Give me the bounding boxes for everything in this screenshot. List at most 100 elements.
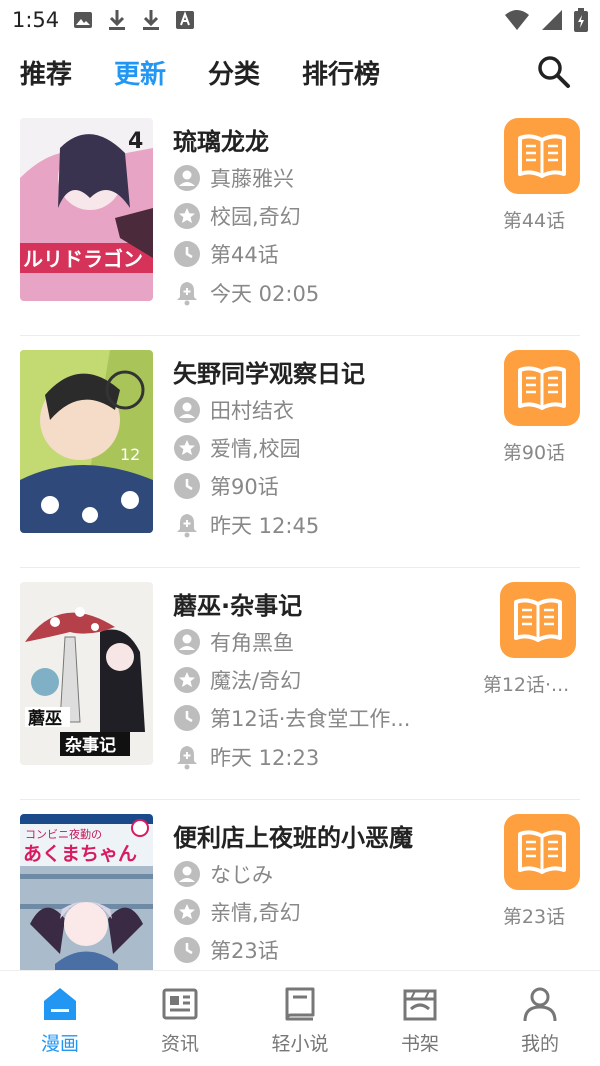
latest-chapter-label: 第90话 [502,442,566,464]
svg-text:4: 4 [128,129,143,154]
comic-updated-time: 昨天 12:23 [210,746,320,770]
comic-chapter: 第90话 [210,475,279,499]
author-icon [174,397,200,423]
notification-bell-icon [177,746,197,770]
battery-icon [574,8,588,32]
nav-item-bookshelf[interactable]: 书架 [360,971,480,1066]
comic-author: 真藤雅兴 [210,167,294,191]
comic-cover-image[interactable]: 12 [20,350,153,533]
image-notification-icon [74,12,93,28]
nav-item-comics[interactable]: 漫画 [0,971,120,1066]
comic-cover-image[interactable]: コンビニ夜勤の あくまちゃん [20,814,153,970]
comic-updated-row: 昨天 12:45 [173,510,319,540]
comic-title: 矢野同学观察日记 [173,360,365,388]
comic-tags-row: 爱情,校园 [173,433,301,463]
comic-updated-row: 今天 02:05 [173,278,319,308]
read-button[interactable] [504,814,580,890]
author-icon [174,165,200,191]
notification-bell-icon [177,514,197,538]
comic-cover-image[interactable]: ルリドラゴン 4 [20,118,153,301]
read-button[interactable] [504,350,580,426]
comic-updated-time: 昨天 12:45 [210,514,320,538]
nav-label: 我的 [520,1033,559,1055]
open-book-icon [518,830,566,874]
comic-tags: 校园,奇幻 [210,205,301,229]
comic-list-item[interactable]: ルリドラゴン 4 琉璃龙龙 真藤雅兴 校园,奇幻 第44话 今天 02:05 第… [0,104,600,336]
status-bar: 1:54 [0,0,600,40]
svg-text:ルリドラゴン: ルリドラゴン [23,247,143,271]
status-time: 1:54 [12,8,60,32]
comic-chapter-row: 第12话·去食堂工作... [173,703,410,733]
comic-chapter-row: 第90话 [173,471,279,501]
comic-chapter: 第23话 [210,939,279,963]
clock-icon [174,937,200,963]
comic-chapter: 第12话·去食堂工作... [210,707,411,731]
latest-chapter-label: 第23话 [502,906,566,928]
comic-author: 田村结衣 [210,399,294,423]
comic-list-item[interactable]: コンビニ夜勤の あくまちゃん 便利店上夜班的小恶魔 なじみ 亲情,奇幻 第23话 [0,800,600,970]
bottom-navigation: 漫画 资讯 轻小说 书架 我的 [0,970,600,1066]
comic-author-row: なじみ [173,859,273,889]
comic-author: 有角黑鱼 [210,631,294,655]
star-icon [174,899,200,925]
comic-author-row: 有角黑鱼 [173,627,294,657]
svg-text:コンビニ夜勤の: コンビニ夜勤の [25,827,102,841]
comic-chapter-row: 第44话 [173,239,279,269]
tab-categories[interactable]: 分类 [208,54,260,91]
star-icon [174,435,200,461]
shelf-icon [403,989,437,1021]
nav-item-light-novels[interactable]: 轻小说 [240,971,360,1066]
nav-label: 书架 [400,1033,439,1055]
wifi-icon [505,10,529,30]
news-icon [162,988,198,1020]
comic-cover-image[interactable]: 蘑巫 杂事记 [20,582,153,765]
open-book-icon [514,598,562,642]
clock-icon [174,241,200,267]
notification-bell-icon [177,282,197,306]
comic-title: 蘑巫·杂事记 [173,592,303,620]
read-button[interactable] [500,582,576,658]
svg-text:12: 12 [120,445,140,464]
svg-text:杂事记: 杂事记 [65,735,116,756]
read-button[interactable] [504,118,580,194]
comic-tags-row: 亲情,奇幻 [173,897,301,927]
tab-updates[interactable]: 更新 [114,54,166,91]
user-icon [523,987,557,1022]
comic-tags-row: 校园,奇幻 [173,201,301,231]
nav-item-news[interactable]: 资讯 [120,971,240,1066]
tab-rankings[interactable]: 排行榜 [302,54,380,91]
nav-label: 漫画 [40,1033,79,1055]
comic-update-list: ルリドラゴン 4 琉璃龙龙 真藤雅兴 校园,奇幻 第44话 今天 02:05 第… [0,104,600,970]
star-icon [174,203,200,229]
clock-icon [174,473,200,499]
tab-recommend[interactable]: 推荐 [20,54,72,91]
star-icon [174,667,200,693]
download-notification-icon [109,10,126,30]
latest-chapter-label: 第44话 [502,210,566,232]
signal-icon [542,10,562,30]
comic-chapter: 第44话 [210,243,279,267]
home-icon [44,988,76,1020]
nav-label: 资讯 [160,1033,199,1055]
comic-author-row: 田村结衣 [173,395,294,425]
svg-text:蘑巫: 蘑巫 [28,708,62,729]
search-icon[interactable] [536,54,572,90]
open-book-icon [518,366,566,410]
nav-label: 轻小说 [271,1033,329,1055]
open-book-icon [518,134,566,178]
comic-author: なじみ [210,863,273,887]
top-tab-bar: 推荐 更新 分类 排行榜 [0,40,600,104]
author-icon [174,629,200,655]
comic-list-item[interactable]: 蘑巫 杂事记 蘑巫·杂事记 有角黑鱼 魔法/奇幻 第12话·去食堂工作... 昨… [0,568,600,800]
latest-chapter-label: 第12话·... [482,674,570,696]
comic-list-item[interactable]: 12 矢野同学观察日记 田村结衣 爱情,校园 第90话 昨天 12:45 第90… [0,336,600,568]
comic-updated-time: 今天 02:05 [210,282,320,306]
svg-text:あくまちゃん: あくまちゃん [23,843,137,865]
nav-item-profile[interactable]: 我的 [480,971,600,1066]
comic-author-row: 真藤雅兴 [173,163,294,193]
author-icon [174,861,200,887]
comic-title: 琉璃龙龙 [173,128,269,156]
comic-title: 便利店上夜班的小恶魔 [173,824,413,852]
clock-icon [174,705,200,731]
comic-tags-row: 魔法/奇幻 [173,665,301,695]
